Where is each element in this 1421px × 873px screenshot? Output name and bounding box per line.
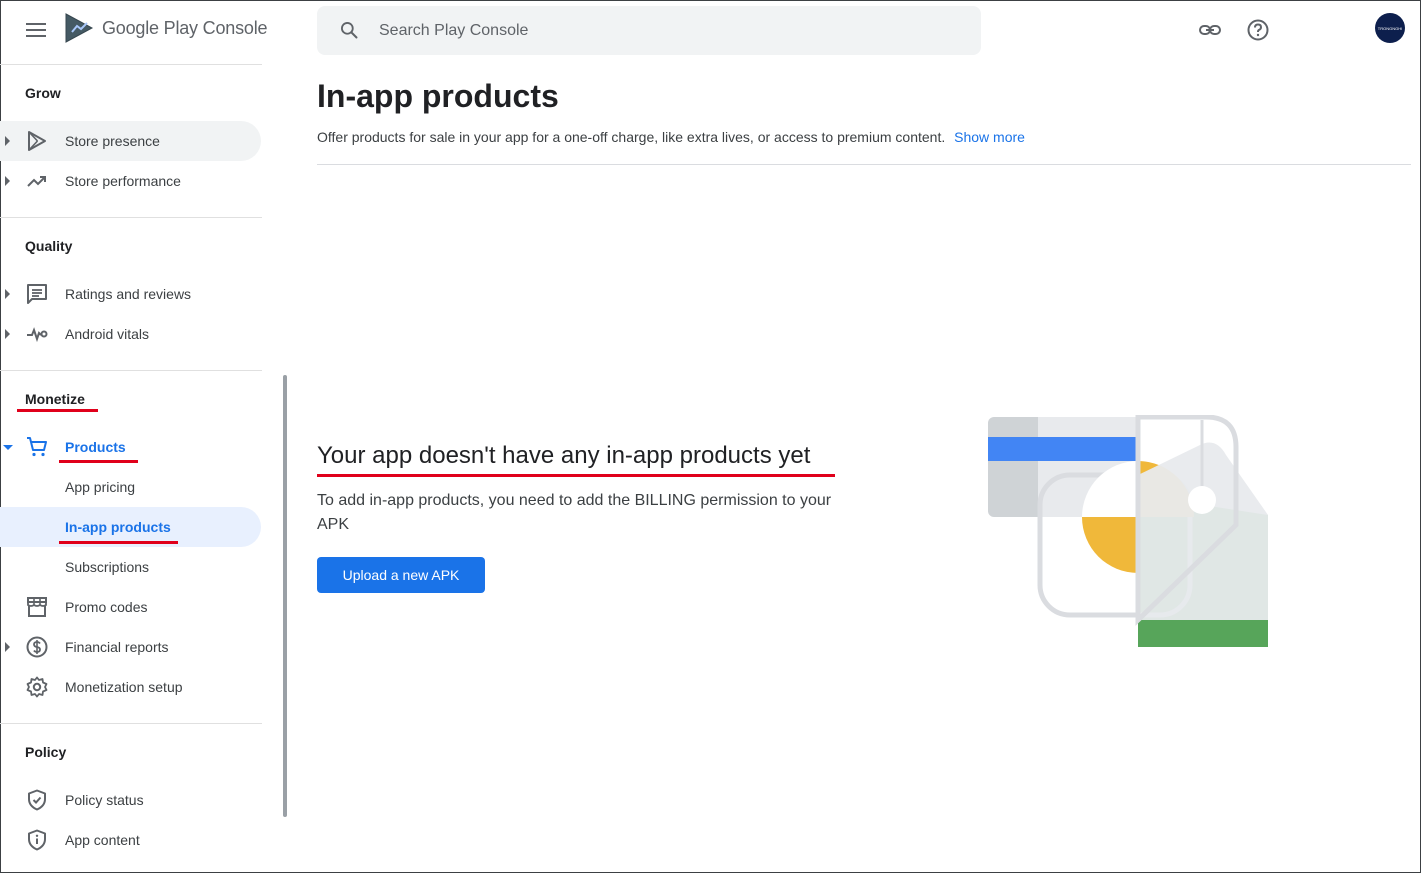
- link-icon[interactable]: [1198, 18, 1222, 42]
- section-title-monetize: Monetize: [25, 391, 85, 407]
- shopping-cart-icon: [27, 437, 47, 457]
- sidebar-item-store-presence[interactable]: Store presence: [0, 121, 261, 161]
- sidebar-scrollbar[interactable]: [283, 375, 287, 817]
- sidebar: Grow Store presence Store performance Qu…: [0, 64, 262, 873]
- account-avatar[interactable]: TRONGNGHI: [1375, 13, 1405, 43]
- dollar-circle-icon: [26, 636, 48, 658]
- sidebar-divider: [0, 723, 262, 724]
- sidebar-item-label: Policy status: [65, 792, 144, 808]
- hamburger-menu-icon[interactable]: [22, 18, 50, 42]
- sidebar-item-label: Ratings and reviews: [65, 286, 192, 302]
- sidebar-item-android-vitals[interactable]: Android vitals: [0, 314, 262, 354]
- sidebar-item-label: Subscriptions: [65, 559, 150, 575]
- play-icon: [28, 131, 46, 151]
- page-description: Offer products for sale in your app for …: [317, 129, 1025, 145]
- sidebar-item-monetization-setup[interactable]: Monetization setup: [0, 667, 262, 707]
- store-icon: [27, 597, 47, 617]
- sidebar-item-app-content[interactable]: App content: [0, 820, 262, 860]
- annotation-underline: [59, 541, 178, 544]
- sidebar-divider: [0, 217, 262, 218]
- sidebar-item-app-pricing[interactable]: App pricing: [0, 467, 262, 507]
- upload-apk-button[interactable]: Upload a new APK: [317, 557, 485, 593]
- section-title-grow: Grow: [25, 85, 61, 101]
- sidebar-item-promo-codes[interactable]: Promo codes: [0, 587, 262, 627]
- expand-caret-icon: [5, 329, 10, 339]
- avatar-text: TRONGNGHI: [1377, 25, 1403, 31]
- in-app-products-illustration: [988, 415, 1268, 647]
- sidebar-item-label: Products: [65, 439, 126, 455]
- show-more-link[interactable]: Show more: [954, 129, 1025, 145]
- empty-state-title: Your app doesn't have any in-app product…: [317, 442, 811, 469]
- google-play-console-logo[interactable]: Google Play Console: [64, 12, 268, 44]
- sidebar-item-label: Store performance: [65, 173, 181, 189]
- play-console-logo-icon: [65, 13, 94, 43]
- sidebar-divider: [0, 370, 262, 371]
- expand-caret-icon: [5, 176, 10, 186]
- sidebar-divider: [0, 64, 262, 65]
- expand-caret-icon: [5, 642, 10, 652]
- sidebar-item-policy-status[interactable]: Policy status: [0, 780, 262, 820]
- sidebar-item-label: App content: [65, 832, 140, 848]
- help-icon[interactable]: [1246, 18, 1270, 42]
- sidebar-item-label: Monetization setup: [65, 679, 183, 695]
- search-bar[interactable]: [317, 6, 981, 55]
- expand-caret-icon: [5, 289, 10, 299]
- vitals-pulse-icon: [27, 327, 48, 343]
- trending-up-icon: [27, 176, 46, 187]
- section-title-policy: Policy: [25, 744, 67, 760]
- search-input[interactable]: [379, 6, 959, 55]
- header-divider: [317, 164, 1411, 165]
- sidebar-item-financial-reports[interactable]: Financial reports: [0, 627, 262, 667]
- sidebar-item-label: App pricing: [65, 479, 136, 495]
- expand-caret-icon: [5, 136, 10, 146]
- annotation-underline: [17, 409, 98, 412]
- sidebar-item-label: Store presence: [65, 133, 160, 149]
- sidebar-item-store-performance[interactable]: Store performance: [0, 161, 262, 201]
- annotation-underline: [59, 460, 138, 463]
- page-title: In-app products: [317, 78, 559, 114]
- sidebar-item-label: Promo codes: [65, 599, 148, 615]
- empty-state-description: To add in-app products, you need to add …: [317, 492, 832, 533]
- sidebar-item-subscriptions[interactable]: Subscriptions: [0, 547, 262, 587]
- section-title-quality: Quality: [25, 238, 73, 254]
- app-title: Google Play Console: [102, 17, 268, 38]
- sidebar-item-label: Android vitals: [65, 326, 150, 342]
- search-icon: [341, 22, 358, 39]
- annotation-underline: [317, 474, 835, 477]
- sidebar-item-label: In-app products: [65, 519, 171, 535]
- review-icon: [27, 284, 47, 304]
- collapse-caret-icon: [3, 444, 13, 450]
- gear-icon: [26, 676, 48, 698]
- shield-check-icon: [28, 789, 46, 811]
- page-description-text: Offer products for sale in your app for …: [317, 129, 946, 145]
- sidebar-item-ratings-reviews[interactable]: Ratings and reviews: [0, 274, 262, 314]
- sidebar-item-label: Financial reports: [65, 639, 169, 655]
- shield-info-icon: [28, 829, 46, 851]
